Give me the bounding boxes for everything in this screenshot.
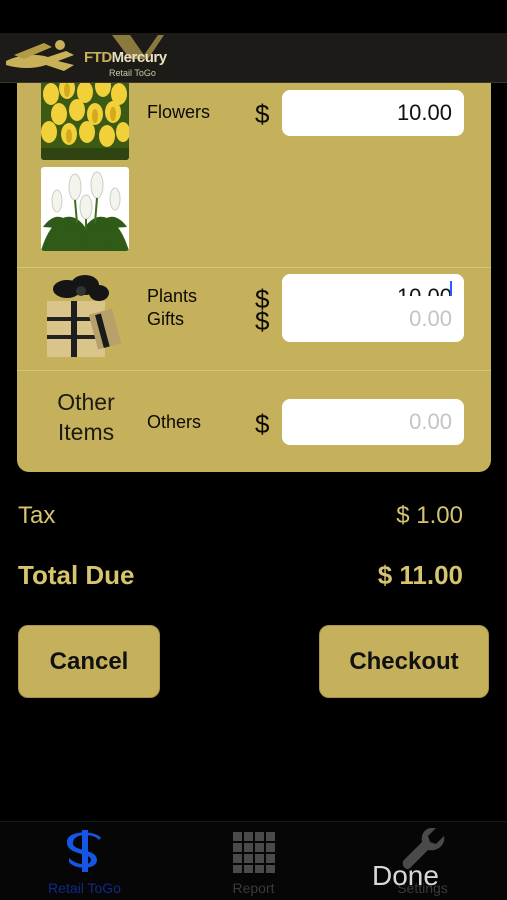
total-due-label: Total Due [18, 560, 135, 590]
flowers-amount-input[interactable] [282, 90, 464, 136]
item-row-gifts: Gifts $ [17, 267, 491, 370]
app-header: FTDMercury Retail ToGo [0, 33, 507, 83]
others-amount-input[interactable] [282, 399, 464, 445]
items-card: Flowers $ 10.00 Plants $ 10.00 Gifts $ 0… [17, 83, 491, 472]
ftd-mercury-logo: FTDMercury Retail ToGo [4, 35, 167, 81]
tax-label: Tax [18, 502, 56, 529]
flowers-thumbnail [41, 83, 129, 160]
item-row-flowers: Flowers $ [17, 83, 491, 164]
tab-retail-togo-label: Retail ToGo [48, 880, 121, 896]
others-currency: $ [255, 409, 270, 439]
dollar-sign-icon [66, 830, 101, 872]
gifts-label: Gifts [147, 309, 185, 329]
gifts-amount-input[interactable] [282, 296, 464, 342]
logo-wordmark: FTDMercury [84, 49, 167, 66]
tab-report-label: Report [232, 880, 275, 896]
tab-report[interactable]: Report [169, 822, 338, 900]
item-row-others: Other Items Others $ [17, 370, 491, 472]
tab-retail-togo[interactable]: Retail ToGo [0, 822, 169, 900]
keyboard-done-button[interactable]: Done [372, 860, 439, 892]
gifts-thumbnail [41, 273, 129, 357]
cancel-button[interactable]: Cancel [18, 625, 160, 698]
flowers-label: Flowers [147, 102, 211, 122]
checkout-button[interactable]: Checkout [319, 625, 489, 698]
other-items-thumbnail: Other Items [57, 389, 115, 445]
logo-ftd-text: FTD [84, 49, 112, 66]
item-row-plants: Plants $ [17, 164, 491, 320]
total-due-value: $ 11.00 [377, 560, 463, 590]
others-label: Others [147, 412, 202, 432]
logo-mercury-text: Mercury [111, 49, 167, 66]
grid-report-icon [232, 832, 275, 873]
plants-thumbnail [41, 167, 129, 251]
logo-subtitle: Retail ToGo [109, 68, 156, 78]
gifts-currency: $ [255, 306, 270, 336]
tax-value: $ 1.00 [396, 502, 463, 529]
flowers-currency: $ [255, 99, 270, 129]
